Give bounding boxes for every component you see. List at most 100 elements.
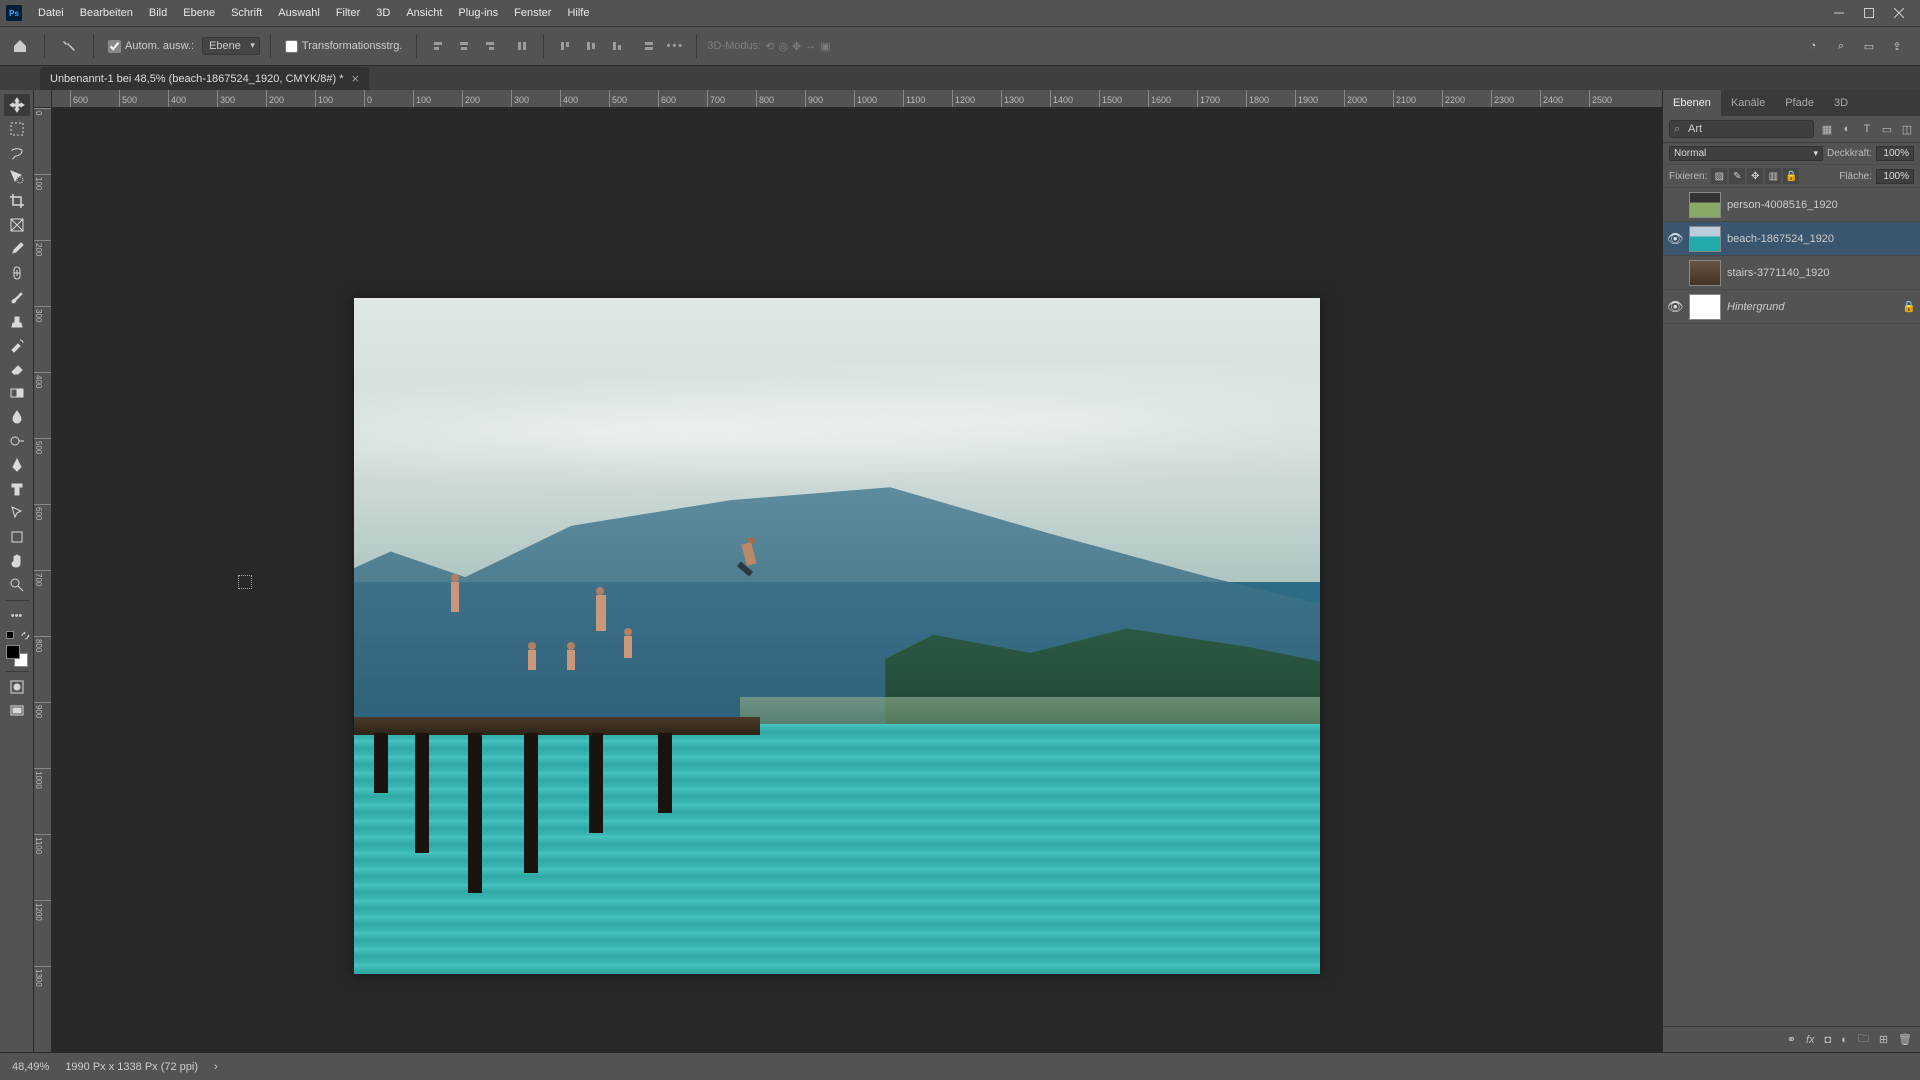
layer-visibility-icon[interactable]: 👁 — [1667, 299, 1683, 315]
delete-layer-icon[interactable]: 🗑 — [1898, 1033, 1912, 1046]
history-brush-tool[interactable] — [4, 334, 30, 356]
filter-shape-icon[interactable]: ▭ — [1880, 122, 1894, 136]
align-center-h-button[interactable] — [453, 35, 475, 57]
doc-info-chevron-icon[interactable]: › — [214, 1061, 218, 1073]
tab-pfade[interactable]: Pfade — [1775, 90, 1824, 116]
filter-smart-icon[interactable]: ◫ — [1900, 122, 1914, 136]
zoom-tool[interactable] — [4, 574, 30, 596]
auto-select-checkbox[interactable]: Autom. ausw.: — [104, 40, 198, 53]
quick-mask-button[interactable] — [4, 676, 30, 698]
dodge-tool[interactable] — [4, 430, 30, 452]
hand-tool[interactable] — [4, 550, 30, 572]
gradient-tool[interactable] — [4, 382, 30, 404]
cloud-docs-icon[interactable]: ◔ — [1804, 37, 1822, 55]
layer-thumbnail[interactable] — [1689, 260, 1721, 286]
document-tab-close-icon[interactable]: × — [352, 71, 360, 86]
zoom-level[interactable]: 48,49% — [12, 1061, 49, 1073]
menu-fenster[interactable]: Fenster — [506, 0, 559, 26]
transform-controls-checkbox[interactable]: Transformationsstrg. — [281, 40, 406, 53]
menu-datei[interactable]: Datei — [30, 0, 72, 26]
crop-tool[interactable] — [4, 190, 30, 212]
distribute-h-button[interactable] — [511, 35, 533, 57]
lock-paint-icon[interactable]: ✎ — [1729, 168, 1745, 184]
filter-pixel-icon[interactable]: ▦ — [1820, 122, 1834, 136]
window-minimize-button[interactable] — [1824, 0, 1854, 26]
brush-tool[interactable] — [4, 286, 30, 308]
share-icon[interactable]: ⇪ — [1888, 37, 1906, 55]
pen-tool[interactable] — [4, 454, 30, 476]
align-center-v-button[interactable] — [580, 35, 602, 57]
adjustment-layer-icon[interactable]: ◐ — [1841, 1034, 1848, 1046]
link-layers-icon[interactable]: ⚭ — [1787, 1033, 1796, 1046]
workspace-switcher-icon[interactable]: ▭ — [1860, 37, 1878, 55]
filter-adjust-icon[interactable]: ◐ — [1840, 122, 1854, 136]
filter-type-icon[interactable]: T — [1860, 122, 1874, 136]
align-top-button[interactable] — [554, 35, 576, 57]
align-right-button[interactable] — [479, 35, 501, 57]
search-icon[interactable]: ⌕ — [1832, 37, 1850, 55]
default-colors-icon[interactable] — [6, 631, 14, 639]
tab-kanaele[interactable]: Kanäle — [1721, 90, 1775, 116]
marquee-tool[interactable] — [4, 118, 30, 140]
menu-plugins[interactable]: Plug-ins — [450, 0, 506, 26]
layer-visibility-icon[interactable]: 👁 — [1667, 231, 1683, 247]
shape-tool[interactable] — [4, 526, 30, 548]
layer-thumbnail[interactable] — [1689, 192, 1721, 218]
doc-info[interactable]: 1990 Px x 1338 Px (72 ppi) — [65, 1061, 198, 1073]
path-select-tool[interactable] — [4, 502, 30, 524]
screen-mode-button[interactable] — [4, 700, 30, 722]
lock-position-icon[interactable]: ✥ — [1747, 168, 1763, 184]
tab-ebenen[interactable]: Ebenen — [1663, 90, 1721, 116]
move-tool[interactable] — [4, 94, 30, 116]
layer-filter-dropdown[interactable]: Art — [1669, 120, 1814, 138]
lock-all-icon[interactable]: 🔒 — [1783, 168, 1799, 184]
ruler-horizontal[interactable]: 6005004003002001000100200300400500600700… — [52, 90, 1662, 108]
layer-thumbnail[interactable] — [1689, 226, 1721, 252]
menu-ansicht[interactable]: Ansicht — [398, 0, 450, 26]
layer-name[interactable]: stairs-3771140_1920 — [1727, 267, 1916, 279]
layer-group-icon[interactable]: 🗀 — [1858, 1030, 1869, 1049]
layer-mask-icon[interactable]: ◘ — [1825, 1034, 1832, 1046]
frame-tool[interactable] — [4, 214, 30, 236]
blend-mode-dropdown[interactable]: Normal — [1669, 146, 1823, 161]
lock-transparency-icon[interactable]: ▨ — [1711, 168, 1727, 184]
menu-bearbeiten[interactable]: Bearbeiten — [72, 0, 141, 26]
layer-thumbnail[interactable] — [1689, 294, 1721, 320]
layer-row[interactable]: person-4008516_1920 — [1663, 188, 1920, 222]
menu-3d[interactable]: 3D — [368, 0, 398, 26]
layer-name[interactable]: beach-1867524_1920 — [1727, 233, 1916, 245]
opacity-field[interactable]: 100% — [1876, 146, 1914, 161]
home-button[interactable] — [6, 32, 34, 60]
blur-tool[interactable] — [4, 406, 30, 428]
lock-nest-icon[interactable]: ▥ — [1765, 168, 1781, 184]
document-tab[interactable]: Unbenannt-1 bei 48,5% (beach-1867524_192… — [40, 67, 369, 90]
more-align-button[interactable]: ••• — [664, 35, 686, 57]
eraser-tool[interactable] — [4, 358, 30, 380]
tab-3d[interactable]: 3D — [1824, 90, 1858, 116]
clone-stamp-tool[interactable] — [4, 310, 30, 332]
menu-filter[interactable]: Filter — [328, 0, 368, 26]
edit-toolbar-button[interactable]: ••• — [4, 605, 30, 627]
menu-schrift[interactable]: Schrift — [223, 0, 270, 26]
quick-select-tool[interactable] — [4, 166, 30, 188]
layer-name[interactable]: Hintergrund — [1727, 301, 1896, 313]
align-left-button[interactable] — [427, 35, 449, 57]
canvas-area[interactable]: 6005004003002001000100200300400500600700… — [34, 90, 1662, 1052]
foreground-color-swatch[interactable] — [6, 645, 20, 659]
layer-fx-icon[interactable]: fx — [1806, 1034, 1815, 1046]
lasso-tool[interactable] — [4, 142, 30, 164]
layer-name[interactable]: person-4008516_1920 — [1727, 199, 1916, 211]
menu-ebene[interactable]: Ebene — [175, 0, 223, 26]
auto-select-target-dropdown[interactable]: Ebene — [202, 37, 260, 55]
menu-auswahl[interactable]: Auswahl — [270, 0, 328, 26]
window-maximize-button[interactable] — [1854, 0, 1884, 26]
new-layer-icon[interactable]: ⊞ — [1879, 1033, 1888, 1046]
menu-bild[interactable]: Bild — [141, 0, 175, 26]
tool-preset-button[interactable] — [55, 32, 83, 60]
healing-brush-tool[interactable] — [4, 262, 30, 284]
eyedropper-tool[interactable] — [4, 238, 30, 260]
canvas-image[interactable] — [354, 298, 1320, 974]
type-tool[interactable] — [4, 478, 30, 500]
align-bottom-button[interactable] — [606, 35, 628, 57]
layer-row[interactable]: 👁Hintergrund🔒 — [1663, 290, 1920, 324]
